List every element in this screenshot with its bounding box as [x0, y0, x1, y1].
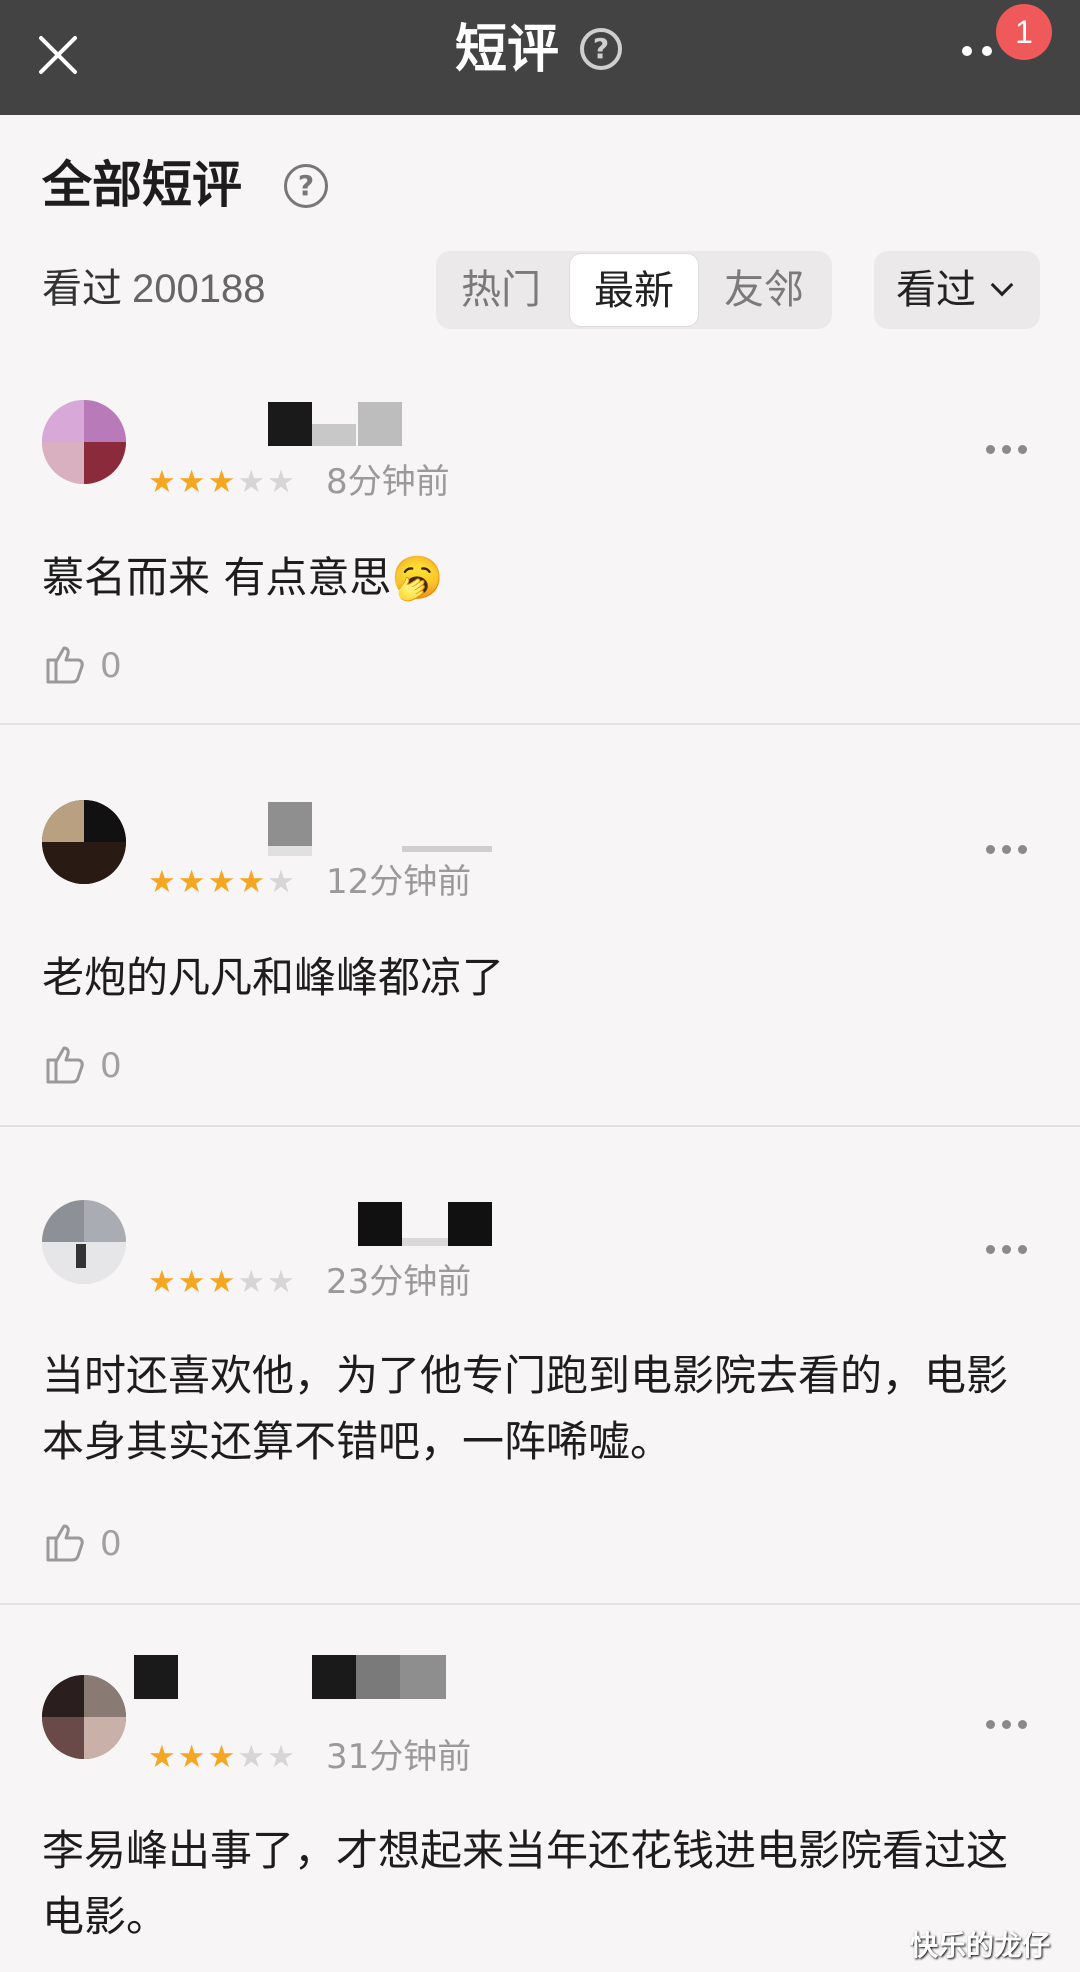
more-options-icon[interactable] [986, 1245, 1030, 1257]
username-redacted [134, 1655, 446, 1699]
thumbs-up-icon [46, 1524, 84, 1562]
comment-text: 老炮的凡凡和峰峰都凉了 [42, 953, 505, 1002]
filter-label: 看过 [896, 267, 976, 313]
seen-count-line: 看过 200188 [42, 264, 265, 314]
yawning-face-emoji: 🥱 [391, 553, 444, 602]
comment-item: ★★★★★ 31分钟前 李易峰出事了，才想起来当年还花钱进电影院看过这电影。 [0, 1655, 1080, 1972]
notification-badge: 1 [996, 4, 1052, 60]
like-button[interactable]: 0 [42, 1040, 122, 1090]
username-redacted [268, 402, 402, 446]
star-rating: ★★★★★ [148, 864, 297, 900]
like-count: 0 [100, 1046, 122, 1086]
section-help-icon[interactable]: ? [284, 164, 328, 208]
username-redacted [358, 1202, 492, 1246]
avatar[interactable] [42, 800, 126, 884]
divider [0, 723, 1080, 725]
thumbs-up-icon [46, 1046, 84, 1084]
star-rating: ★★★★★ [148, 1739, 297, 1775]
divider [0, 1125, 1080, 1127]
chevron-down-icon [990, 273, 1014, 297]
section-title: 全部短评 [42, 156, 242, 214]
more-options-icon[interactable] [986, 445, 1030, 457]
username-redacted [268, 802, 498, 856]
watermark: 快乐的龙仔 [910, 1929, 1051, 1962]
comment-item: ★★★★★ 12分钟前 老炮的凡凡和峰峰都凉了 0 [0, 780, 1080, 1120]
star-rating: ★★★★★ [148, 464, 297, 500]
like-button[interactable]: 0 [42, 1518, 122, 1568]
seen-count: 200188 [132, 267, 266, 311]
comment-text: 慕名而来 有点意思🥱 [42, 553, 444, 602]
comment-item: ★★★★★ 8分钟前 慕名而来 有点意思🥱 0 [0, 380, 1080, 720]
tab-latest[interactable]: 最新 [569, 253, 699, 327]
comment-item: ★★★★★ 23分钟前 当时还喜欢他，为了他专门跑到电影院去看的，电影本身其实还… [0, 1180, 1080, 1600]
page-title: 短评 [455, 20, 560, 80]
tab-hot[interactable]: 热门 [436, 251, 566, 329]
seen-label: 看过 [42, 266, 122, 312]
like-count: 0 [100, 1524, 122, 1564]
top-bar: 短评 ? 1 [0, 0, 1080, 115]
avatar[interactable] [42, 1200, 126, 1284]
thumbs-up-icon [46, 646, 84, 684]
watched-filter-dropdown[interactable]: 看过 [874, 251, 1040, 329]
sort-segmented-control: 热门 最新 友邻 [436, 251, 832, 329]
comment-time: 12分钟前 [326, 862, 472, 902]
comment-time: 8分钟前 [326, 462, 450, 502]
divider [0, 1603, 1080, 1605]
comment-text: 当时还喜欢他，为了他专门跑到电影院去看的，电影本身其实还算不错吧，一阵唏嘘。 [42, 1351, 1009, 1466]
tab-friends[interactable]: 友邻 [699, 251, 829, 329]
star-rating: ★★★★★ [148, 1264, 297, 1300]
comment-time: 23分钟前 [326, 1262, 472, 1302]
like-count: 0 [100, 646, 122, 686]
more-options-icon[interactable] [986, 1720, 1030, 1732]
comment-time: 31分钟前 [326, 1737, 472, 1777]
help-icon[interactable]: ? [580, 28, 622, 70]
like-button[interactable]: 0 [42, 640, 122, 690]
comment-text: 李易峰出事了，才想起来当年还花钱进电影院看过这电影。 [42, 1826, 1009, 1941]
avatar[interactable] [42, 1675, 126, 1759]
close-icon[interactable] [22, 20, 92, 90]
avatar[interactable] [42, 400, 126, 484]
more-options-icon[interactable] [986, 845, 1030, 857]
